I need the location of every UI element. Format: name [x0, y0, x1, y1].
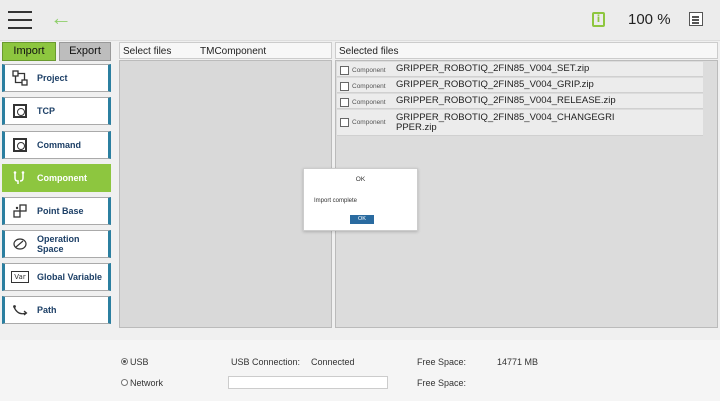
sidebar-item-point-base[interactable]: Point Base: [2, 197, 111, 225]
free-space-label-network: Free Space:: [417, 378, 467, 388]
tab-export[interactable]: Export: [59, 42, 111, 61]
network-label: Network: [130, 378, 164, 388]
file-tag: Component: [352, 119, 386, 126]
tab-import[interactable]: Import: [2, 42, 56, 61]
network-path-input[interactable]: [228, 376, 388, 389]
sidebar-item-label: Path: [37, 305, 57, 315]
command-icon: [9, 134, 31, 156]
project-icon: [9, 67, 31, 89]
sidebar-item-global-variable[interactable]: Var Global Variable: [2, 263, 111, 291]
free-space-value: 14771 MB: [497, 357, 539, 367]
global-variable-icon: Var: [9, 266, 31, 288]
sidebar-item-command[interactable]: Command: [2, 131, 111, 159]
usb-connection-status: Connected: [311, 357, 355, 367]
file-name: GRIPPER_ROBOTIQ_2FIN85_V004_GRIP.zip: [396, 79, 594, 90]
select-files-header: Select files TMComponent: [119, 42, 332, 59]
file-row[interactable]: Component GRIPPER_ROBOTIQ_2FIN85_V004_GR…: [337, 78, 703, 93]
file-name: GRIPPER_ROBOTIQ_2FIN85_V004_CHANGEGRIPPE…: [396, 111, 615, 133]
sidebar-item-project[interactable]: Project: [2, 64, 111, 92]
sidebar-item-label: Project: [37, 73, 68, 83]
usb-label: USB: [130, 357, 149, 367]
sidebar-item-operation-space[interactable]: Operation Space: [2, 230, 111, 258]
selected-files-header: Selected files: [335, 42, 718, 59]
path-icon: [9, 299, 31, 321]
folder-name: TMComponent: [200, 46, 267, 57]
zoom-level: 100 %: [628, 11, 671, 28]
back-arrow-icon[interactable]: ←: [50, 7, 72, 29]
sidebar-item-tcp[interactable]: TCP: [2, 97, 111, 125]
selected-files-label: Selected files: [339, 46, 399, 57]
file-row[interactable]: Component GRIPPER_ROBOTIQ_2FIN85_V004_RE…: [337, 94, 703, 109]
usb-radio[interactable]: [121, 358, 128, 365]
divider: [0, 40, 720, 41]
file-checkbox[interactable]: [340, 82, 349, 91]
free-space-label: Free Space:: [417, 357, 467, 367]
select-files-label: Select files: [123, 46, 172, 57]
operation-space-icon: [9, 233, 31, 255]
file-tag: Component: [352, 67, 386, 74]
file-checkbox[interactable]: [340, 118, 349, 127]
sidebar-item-path[interactable]: Path: [2, 296, 111, 324]
file-row[interactable]: Component GRIPPER_ROBOTIQ_2FIN85_V004_SE…: [337, 62, 703, 77]
component-icon: [9, 167, 31, 189]
sidebar-item-label: Component: [37, 173, 87, 183]
file-name: GRIPPER_ROBOTIQ_2FIN85_V004_SET.zip: [396, 63, 590, 74]
sidebar-item-label: Global Variable: [37, 272, 103, 282]
usb-connection-label: USB Connection:: [231, 357, 301, 367]
sidebar-item-label: Command: [37, 140, 82, 150]
network-radio[interactable]: [121, 379, 128, 386]
sidebar-item-component[interactable]: Component: [2, 164, 111, 192]
tcp-icon: [9, 100, 31, 122]
file-name: GRIPPER_ROBOTIQ_2FIN85_V004_RELEASE.zip: [396, 95, 616, 106]
panel-icon[interactable]: [689, 12, 703, 26]
sidebar-item-label: TCP: [37, 106, 55, 116]
file-tag: Component: [352, 99, 386, 106]
top-bar: ← i 100 %: [0, 0, 720, 40]
storage-panel: [0, 340, 720, 401]
dialog-message: Import complete: [314, 198, 358, 204]
menu-icon[interactable]: [8, 11, 32, 29]
select-files-list[interactable]: [119, 60, 332, 328]
file-checkbox[interactable]: [340, 66, 349, 75]
import-complete-dialog: OK Import complete OK: [303, 168, 418, 231]
dialog-title: OK: [355, 176, 366, 183]
sidebar-item-label: Point Base: [37, 206, 84, 216]
info-icon[interactable]: i: [592, 12, 605, 27]
point-base-icon: [9, 200, 31, 222]
file-row[interactable]: Component GRIPPER_ROBOTIQ_2FIN85_V004_CH…: [337, 110, 703, 136]
file-checkbox[interactable]: [340, 98, 349, 107]
file-tag: Component: [352, 83, 386, 90]
dialog-ok-button[interactable]: OK: [350, 215, 374, 224]
sidebar-item-label: Operation Space: [37, 234, 80, 254]
